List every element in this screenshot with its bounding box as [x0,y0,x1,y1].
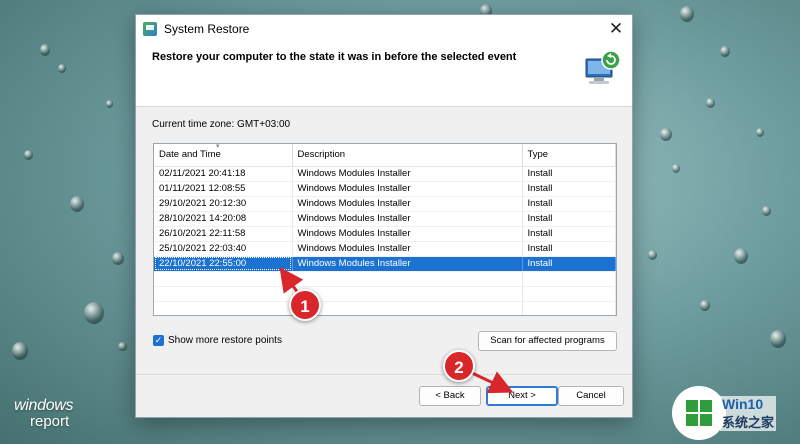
row-date: 29/10/2021 20:12:30 [154,196,293,212]
empty-row [154,286,616,302]
restore-monitor-icon [585,50,621,84]
system-restore-icon [143,22,157,36]
watermark-line2: report [30,413,70,430]
column-header-type[interactable]: Type [522,144,616,167]
watermark-line1: windows [14,397,74,414]
close-button[interactable]: ✕ [606,19,626,39]
step-2-badge: 2 [443,350,475,382]
win10-watermark: Win10 系统之家 [672,386,777,440]
table-row[interactable]: 26/10/2021 22:11:58 Windows Modules Inst… [154,226,616,242]
table-row[interactable]: 02/11/2021 20:41:18 Windows Modules Inst… [154,166,616,182]
column-header-description[interactable]: Description [292,144,523,167]
row-type: Install [522,241,616,257]
table-row[interactable]: 25/10/2021 22:03:40 Windows Modules Inst… [154,241,616,257]
dialog-header: Restore your computer to the state it wa… [136,43,632,107]
sort-caret-icon: ▾ [216,143,220,150]
timezone-label: Current time zone: GMT+03:00 [152,119,291,130]
watermark-win10: Win10 [720,395,777,412]
empty-row [154,271,616,287]
row-date: 22/10/2021 22:55:00 [154,256,293,272]
row-date: 02/11/2021 20:41:18 [154,166,293,182]
cancel-button[interactable]: Cancel [558,386,624,406]
row-description: Windows Modules Installer [292,241,523,257]
row-description: Windows Modules Installer [292,211,523,227]
windows-logo-icon [672,386,726,440]
table-row[interactable]: 29/10/2021 20:12:30 Windows Modules Inst… [154,196,616,212]
scan-affected-programs-button[interactable]: Scan for affected programs [478,331,617,351]
next-button[interactable]: Next > [486,386,558,406]
title-bar[interactable]: System Restore ✕ [136,15,632,43]
row-description: Windows Modules Installer [292,226,523,242]
table-header-row: ▾ Date and Time Description Type [154,143,616,167]
column-header-date[interactable]: ▾ Date and Time [154,143,293,167]
row-description: Windows Modules Installer [292,166,523,182]
row-date: 01/11/2021 12:08:55 [154,181,293,197]
checkbox-checked-icon[interactable]: ✓ [153,335,164,346]
empty-row [154,301,616,315]
window-title: System Restore [164,22,250,36]
dialog-body: Current time zone: GMT+03:00 ▾ Date and T… [136,107,632,416]
row-type: Install [522,196,616,212]
row-date: 25/10/2021 22:03:40 [154,241,293,257]
row-description: Windows Modules Installer [292,181,523,197]
row-type: Install [522,181,616,197]
restore-points-list[interactable]: ▾ Date and Time Description Type 02/11/20… [153,143,617,316]
step-1-badge: 1 [289,289,321,321]
system-restore-dialog: System Restore ✕ Restore your computer t… [135,14,633,418]
row-type: Install [522,226,616,242]
row-description: Windows Modules Installer [292,196,523,212]
footer-divider [136,374,632,375]
windows-report-watermark: windows report [14,397,74,430]
header-title: Restore your computer to the state it wa… [152,51,517,63]
show-more-restore-points[interactable]: ✓ Show more restore points [153,335,282,346]
back-button[interactable]: < Back [419,386,481,406]
watermark-xitongzhijia: 系统之家 [720,411,777,431]
row-description: Windows Modules Installer [292,256,523,272]
table-row-selected[interactable]: 22/10/2021 22:55:00 Windows Modules Inst… [154,256,616,272]
row-date: 28/10/2021 14:20:08 [154,211,293,227]
table-row[interactable]: 01/11/2021 12:08:55 Windows Modules Inst… [154,181,616,197]
row-type: Install [522,211,616,227]
row-type: Install [522,166,616,182]
row-date: 26/10/2021 22:11:58 [154,226,293,242]
table-row[interactable]: 28/10/2021 14:20:08 Windows Modules Inst… [154,211,616,227]
row-type: Install [522,256,616,272]
checkbox-label: Show more restore points [168,335,282,346]
